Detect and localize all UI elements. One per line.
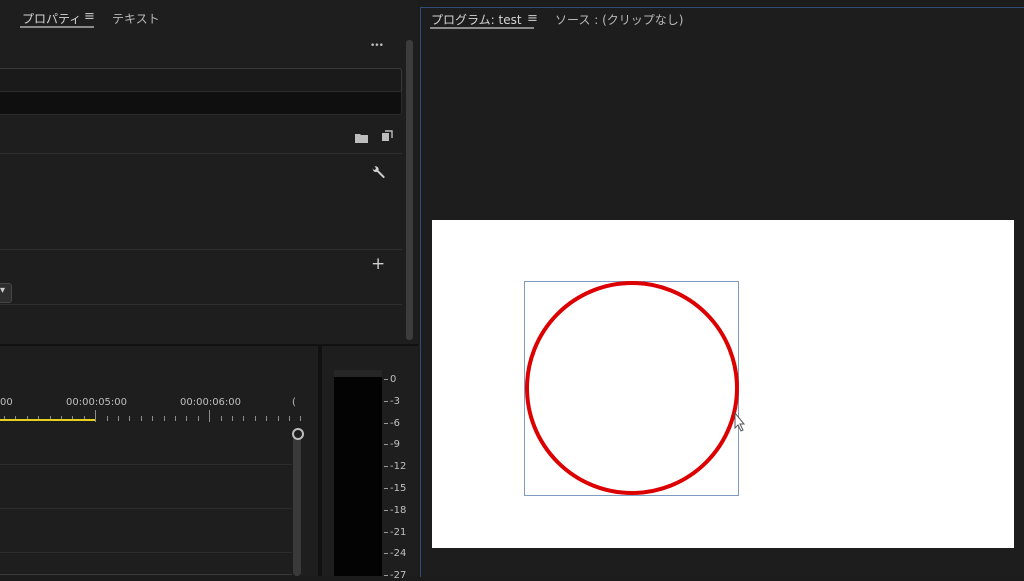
timeline-panel: 00 00:00:05:00 00:00:06:00 ( <box>0 346 318 576</box>
ruler-tick <box>254 416 256 421</box>
canvas-graphics <box>524 281 746 496</box>
db-label: -15 <box>390 483 407 494</box>
more-options-icon[interactable]: ••• <box>370 41 384 51</box>
ruler-tick <box>186 416 188 421</box>
db-label: -21 <box>390 526 407 538</box>
new-item-icon[interactable] <box>381 127 393 141</box>
ruler-tick <box>197 416 199 421</box>
audio-meter-bar <box>334 370 382 576</box>
ruler-tick <box>220 416 222 421</box>
program-canvas[interactable] <box>432 220 1014 548</box>
ruler-tick <box>129 416 131 421</box>
ruler-tick <box>118 416 119 421</box>
db-label: -24 <box>390 548 407 560</box>
ruler-tick <box>209 410 211 422</box>
timecode-label: ( <box>292 397 296 408</box>
ruler-tick <box>266 416 268 421</box>
tab-properties[interactable]: プロパティ <box>22 10 81 27</box>
tab-active-underline <box>20 26 94 28</box>
folder-icon[interactable] <box>355 128 368 143</box>
db-tick <box>384 531 388 533</box>
db-tick <box>384 400 388 402</box>
db-tick <box>384 444 388 446</box>
meter-peak-indicator <box>334 370 382 377</box>
chevron-down-icon: ▾ <box>0 285 6 296</box>
value-field[interactable] <box>0 91 402 115</box>
track-divider <box>0 464 292 465</box>
properties-panel: プロパティ ≡ テキスト ••• + ▾ <box>0 0 418 344</box>
section-divider <box>0 249 402 250</box>
audio-meter-panel: 0 -3 -6 -9 -12 -15 -18 -21 -24 -27 <box>322 346 418 581</box>
mouse-cursor-icon <box>734 411 746 432</box>
db-label: -12 <box>390 461 407 473</box>
section-divider <box>0 304 402 305</box>
ruler-tick <box>300 416 302 421</box>
db-label: -6 <box>390 417 400 429</box>
db-scale: 0 -3 -6 -9 -12 -15 -18 -21 -24 -27 <box>384 346 418 581</box>
work-area-bar[interactable] <box>0 419 95 421</box>
add-icon[interactable]: + <box>371 254 385 274</box>
timecode-label: 00:00:06:00 <box>180 397 242 408</box>
db-label: -18 <box>390 504 407 516</box>
panel-menu-icon[interactable]: ≡ <box>84 9 95 24</box>
ruler-tick <box>243 416 245 421</box>
panel-menu-icon[interactable]: ≡ <box>527 11 538 26</box>
tab-source[interactable]: ソース : (クリップなし) <box>555 11 683 28</box>
ruler-tick <box>163 416 165 421</box>
ruler-tick <box>106 416 108 421</box>
timecode-label: 00 <box>0 397 13 408</box>
track-divider <box>0 574 292 575</box>
red-circle-shape <box>525 281 739 495</box>
tab-program[interactable]: プログラム: test <box>431 11 522 28</box>
timecode-label: 00:00:05:00 <box>66 397 128 408</box>
db-tick <box>384 422 388 424</box>
track-divider <box>0 508 292 509</box>
db-tick <box>384 379 388 380</box>
dropdown-toggle[interactable]: ▾ <box>0 283 12 303</box>
ruler-tick <box>175 416 176 421</box>
tab-text[interactable]: テキスト <box>112 10 160 27</box>
db-tick <box>384 466 388 468</box>
ruler-tick <box>289 416 290 421</box>
zoom-handle[interactable] <box>292 428 304 440</box>
db-tick <box>384 553 388 555</box>
name-field[interactable] <box>0 68 402 92</box>
db-tick <box>384 488 388 489</box>
db-label: -9 <box>390 439 400 451</box>
ruler-tick <box>95 410 97 422</box>
track-divider <box>0 552 292 553</box>
tab-active-underline <box>430 27 534 29</box>
ruler-tick <box>152 416 154 421</box>
ruler-tick <box>140 416 142 421</box>
panel-scrollbar[interactable] <box>406 40 413 340</box>
ruler-tick <box>232 416 233 421</box>
wrench-icon[interactable] <box>370 166 386 182</box>
db-label: 0 <box>390 374 397 385</box>
section-divider <box>0 153 402 154</box>
db-tick <box>384 509 388 511</box>
timeline-scrollbar[interactable] <box>293 432 301 576</box>
ruler-tick <box>277 416 279 421</box>
db-label: -3 <box>390 395 400 407</box>
